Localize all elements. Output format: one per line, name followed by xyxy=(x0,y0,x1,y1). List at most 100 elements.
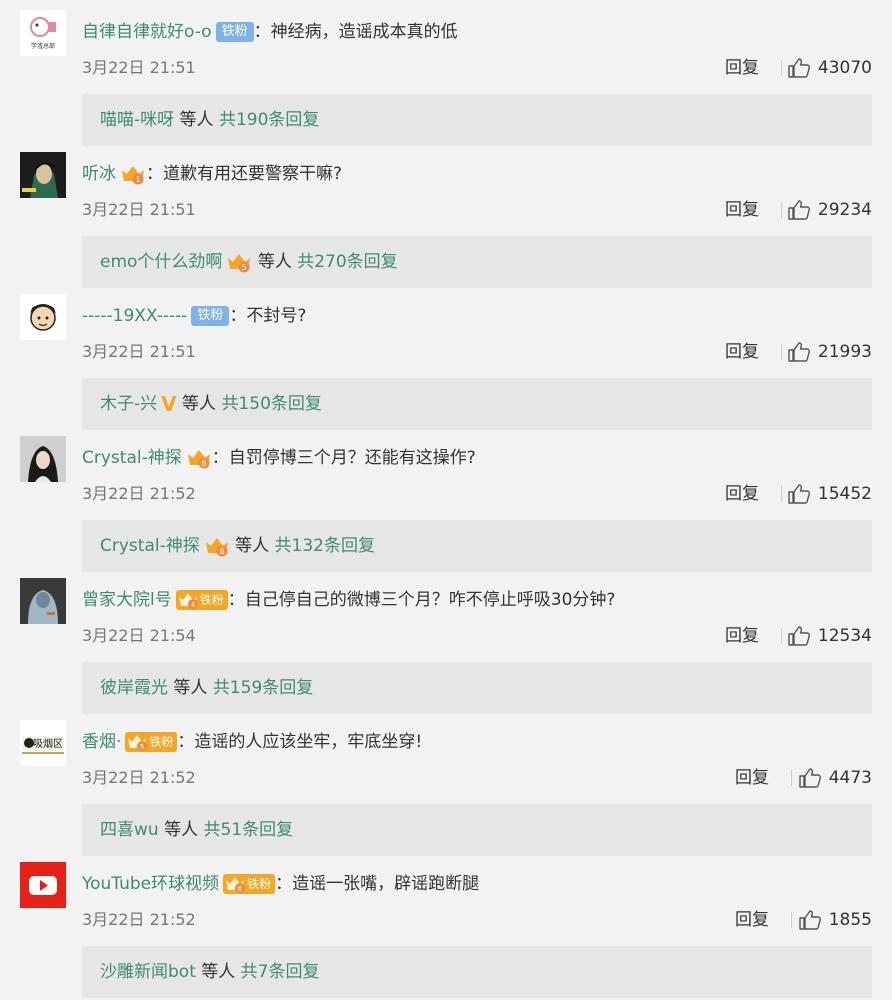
username-link[interactable]: YouTube环球视频 xyxy=(82,874,219,894)
reply-button[interactable]: 回复 xyxy=(735,764,769,792)
sub-reply-username[interactable]: Crystal-神探 xyxy=(100,536,200,556)
like-button[interactable]: 1855 xyxy=(799,906,872,934)
reply-button[interactable]: 回复 xyxy=(735,906,769,934)
sub-reply-total-link[interactable]: 共132条回复 xyxy=(275,536,375,556)
comment-timestamp: 3月22日 21:51 xyxy=(82,342,196,361)
sub-reply-etc: 等人 xyxy=(174,110,219,130)
like-count: 29234 xyxy=(817,200,872,220)
avatar-text: 学渣总部 xyxy=(31,42,55,50)
thumbs-up-icon xyxy=(799,910,821,930)
avatar-image xyxy=(20,152,66,198)
action-divider xyxy=(781,344,782,360)
vip-level: 6 xyxy=(238,885,243,893)
vip-fan-badge: 6 铁粉 xyxy=(223,874,276,894)
comment-item: 听冰 1 ：道歉有用还要警察干嘛? 3月22日 21:51 回复 29234 emo… xyxy=(0,148,892,290)
like-button[interactable]: 43070 xyxy=(788,54,872,82)
like-button[interactable]: 4473 xyxy=(799,764,872,792)
crown-vip-icon: 6 xyxy=(186,447,212,469)
user-avatar[interactable] xyxy=(20,862,66,908)
sub-reply-etc: 等人 xyxy=(176,394,222,414)
action-divider xyxy=(781,486,782,502)
comment-line: Crystal-神探 6 ：自罚停博三个月？还能有这操作? xyxy=(82,438,476,478)
crown-vip-icon: 4 xyxy=(178,593,198,609)
action-divider xyxy=(781,202,782,218)
sub-reply-total-link[interactable]: 共51条回复 xyxy=(204,820,294,840)
username-link[interactable]: Crystal-神探 xyxy=(82,448,182,468)
username-link[interactable]: 香烟· xyxy=(82,732,121,752)
sub-reply-total-link[interactable]: 共7条回复 xyxy=(241,962,320,982)
reply-button[interactable]: 回复 xyxy=(725,622,759,650)
sub-replies-box[interactable]: 四喜wu 等人 共51条回复 xyxy=(82,804,872,856)
comment-text: ：造谣的人应该坐牢，牢底坐穿! xyxy=(177,732,423,752)
sub-reply-total-link[interactable]: 共190条回复 xyxy=(219,110,319,130)
sub-replies-box[interactable]: 沙雕新闻bot 等人 共7条回复 xyxy=(82,946,872,998)
reply-button[interactable]: 回复 xyxy=(725,196,759,224)
like-button[interactable]: 29234 xyxy=(788,196,872,224)
like-button[interactable]: 12534 xyxy=(788,622,872,650)
crown-vip-icon: 6 xyxy=(226,877,246,893)
like-count: 21993 xyxy=(817,342,872,362)
user-avatar[interactable] xyxy=(20,578,66,624)
crown-vip-icon: 1 xyxy=(120,163,146,185)
like-count: 4473 xyxy=(828,768,872,788)
comment-line: 香烟· 5 铁粉 ：造谣的人应该坐牢，牢底坐穿! xyxy=(82,722,422,762)
comment-text: ：道歉有用还要警察干嘛? xyxy=(146,164,343,184)
like-count: 12534 xyxy=(817,626,872,646)
user-avatar[interactable] xyxy=(20,152,66,198)
comment-line: -----19XX----- 铁粉 ：不封号? xyxy=(82,296,306,336)
sub-replies-box[interactable]: 木子-兴 V 等人 共150条回复 xyxy=(82,378,872,430)
crown-vip-icon: 5 xyxy=(226,251,252,273)
sub-reply-total-link[interactable]: 共159条回复 xyxy=(213,678,313,698)
username-link[interactable]: 曾家大院l号 xyxy=(82,590,172,610)
reply-button[interactable]: 回复 xyxy=(725,54,759,82)
user-avatar[interactable]: 学渣总部 xyxy=(20,10,66,56)
username-link[interactable]: 自律自律就好o-o xyxy=(82,22,212,42)
user-avatar[interactable]: 吸烟区 xyxy=(20,720,66,766)
comment-line: 听冰 1 ：道歉有用还要警察干嘛? xyxy=(82,154,342,194)
like-button[interactable]: 15452 xyxy=(788,480,872,508)
sub-reply-username[interactable]: 木子-兴 xyxy=(100,394,157,414)
vip-level: 5 xyxy=(140,743,144,751)
username-link[interactable]: -----19XX----- xyxy=(82,306,187,326)
sub-reply-etc: 等人 xyxy=(158,820,204,840)
crown-vip-icon: 6 xyxy=(204,535,230,557)
reply-button[interactable]: 回复 xyxy=(725,338,759,366)
avatar-image xyxy=(20,578,66,624)
like-button[interactable]: 21993 xyxy=(788,338,872,366)
reply-button[interactable]: 回复 xyxy=(725,480,759,508)
sub-reply-username[interactable]: 彼岸霞光 xyxy=(100,678,168,698)
thumbs-up-icon xyxy=(788,484,810,504)
comment-text: ：不封号? xyxy=(229,306,307,326)
sub-reply-etc: 等人 xyxy=(229,536,275,556)
sub-replies-box[interactable]: Crystal-神探 6 等人 共132条回复 xyxy=(82,520,872,572)
sub-reply-username[interactable]: emo个什么劲啊 xyxy=(100,252,222,272)
fan-label: 铁粉 xyxy=(247,877,272,891)
comment-item: 学渣总部 自律自律就好o-o 铁粉 ：神经病，造谣成本真的低 3月22日 21:51… xyxy=(0,6,892,148)
fan-badge: 铁粉 xyxy=(215,22,254,42)
comment-text: ：自罚停博三个月？还能有这操作? xyxy=(211,448,476,468)
vip-level: 6 xyxy=(201,459,206,468)
sub-replies-box[interactable]: 喵喵-咪呀 等人 共190条回复 xyxy=(82,94,872,146)
avatar-image xyxy=(20,294,66,340)
action-divider xyxy=(781,60,782,76)
user-avatar[interactable] xyxy=(20,436,66,482)
comment-text: ：造谣一张嘴，辟谣跑断腿 xyxy=(275,874,480,894)
like-count: 15452 xyxy=(817,484,872,504)
fan-label: 铁粉 xyxy=(149,735,174,749)
sub-reply-etc: 等人 xyxy=(168,678,213,698)
sub-reply-total-link[interactable]: 共270条回复 xyxy=(297,252,397,272)
like-count: 43070 xyxy=(817,58,872,78)
thumbs-up-icon xyxy=(788,342,810,362)
sub-replies-box[interactable]: 彼岸霞光 等人 共159条回复 xyxy=(82,662,872,714)
user-avatar[interactable] xyxy=(20,294,66,340)
sub-reply-username[interactable]: 四喜wu xyxy=(100,820,159,840)
sub-reply-username[interactable]: 沙雕新闻bot xyxy=(100,962,196,982)
comment-line: 曾家大院l号 4 铁粉 ：自己停自己的微博三个月？咋不停止呼吸30分钟? xyxy=(82,580,615,620)
fan-label: 铁粉 xyxy=(199,593,224,607)
sub-reply-username[interactable]: 喵喵-咪呀 xyxy=(100,110,174,130)
username-link[interactable]: 听冰 xyxy=(82,164,116,184)
sub-reply-total-link[interactable]: 共150条回复 xyxy=(221,394,321,414)
vip-level: 5 xyxy=(242,263,247,272)
sub-replies-box[interactable]: emo个什么劲啊 5 等人 共270条回复 xyxy=(82,236,872,288)
comment-timestamp: 3月22日 21:51 xyxy=(82,200,196,219)
